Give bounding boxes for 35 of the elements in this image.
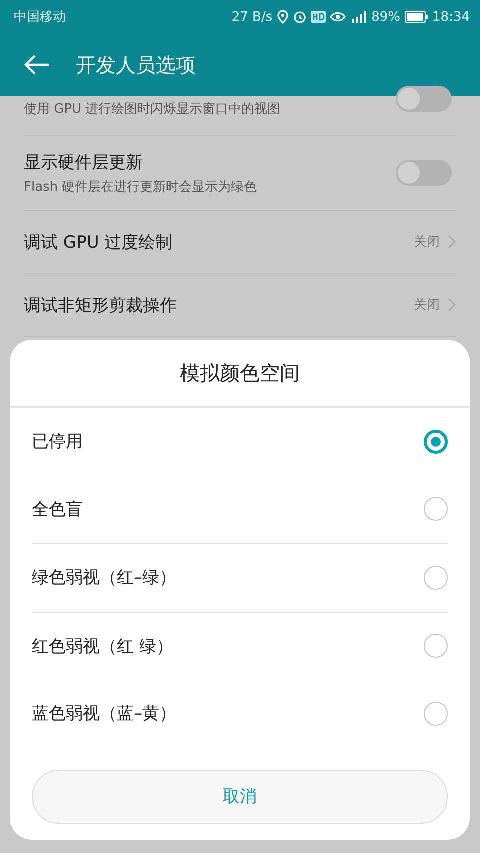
option-label: 蓝色弱视（蓝–黄）: [32, 703, 176, 726]
clock-time: 18:34: [432, 10, 470, 24]
page-title: 开发人员选项: [76, 52, 196, 78]
radio-button[interactable]: [424, 566, 448, 590]
setting-title: 调试非矩形剪裁操作: [24, 294, 178, 316]
location-icon: [276, 10, 289, 24]
radio-button[interactable]: [424, 634, 448, 658]
option-label: 红色弱视（红 绿）: [32, 636, 174, 658]
network-speed: 27 B/s: [232, 10, 273, 24]
setting-title: 调试 GPU 过度绘制: [24, 232, 174, 254]
carrier-name: 中国移动: [14, 9, 66, 26]
toggle-switch[interactable]: [396, 86, 452, 112]
setting-value: 关闭: [414, 234, 440, 251]
battery-icon: [404, 11, 429, 23]
dialog-title: 模拟颜色空间: [10, 340, 470, 408]
setting-value: 关闭: [414, 297, 440, 314]
alarm-icon: [292, 10, 307, 24]
radio-button[interactable]: [424, 702, 448, 726]
eye-icon: [330, 11, 346, 23]
toggle-switch[interactable]: [396, 160, 452, 186]
back-arrow-icon[interactable]: [24, 54, 50, 76]
signal-icon: [350, 10, 368, 24]
option-label: 绿色弱视（红–绿）: [32, 567, 176, 590]
cancel-button[interactable]: 取消: [32, 770, 448, 824]
setting-description: 使用 GPU 进行绘图时闪烁显示窗口中的视图: [24, 101, 282, 118]
setting-description: Flash 硬件层在进行更新时会显示为绿色: [24, 178, 258, 196]
chevron-right-icon: [448, 298, 456, 312]
battery-percent: 89%: [372, 10, 401, 24]
setting-title: 显示硬件层更新: [24, 152, 144, 174]
chevron-right-icon: [448, 235, 456, 249]
option-label: 已停用: [32, 431, 83, 454]
hd-icon: [310, 11, 326, 23]
radio-button[interactable]: [424, 430, 448, 454]
option-label: 全色盲: [32, 498, 83, 521]
radio-button[interactable]: [424, 497, 448, 522]
